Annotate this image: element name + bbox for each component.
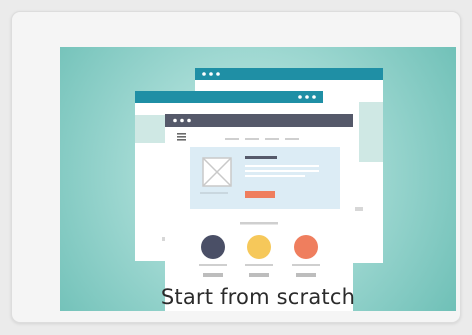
start-from-scratch-card[interactable]: Start from scratch (11, 11, 461, 323)
website-wireframe-icon (135, 68, 383, 311)
template-thumbnail[interactable]: Start from scratch (60, 47, 456, 311)
front-browser-window (165, 114, 353, 311)
card-caption: Start from scratch (160, 285, 356, 309)
